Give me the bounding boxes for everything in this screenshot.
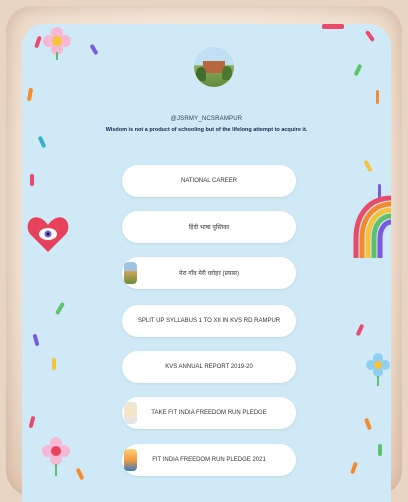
confetti-decoration [75,467,85,481]
confetti-decoration [34,35,42,49]
confetti-decoration [89,43,99,56]
confetti-decoration [350,461,358,475]
link-button-fit-india-pledge[interactable]: TAKE FIT INDIA FREEDOM RUN PLEDGE [122,397,296,429]
link-button-annual-report[interactable]: KVS ANNUAL REPORT 2019-20 [122,351,296,383]
fit-india-poster-thumbnail [124,449,137,471]
flower-icon [42,437,70,476]
school-photo-thumbnail [124,262,137,284]
confetti-decoration [26,87,34,102]
link-label: NATIONAL CAREER [180,178,237,184]
confetti-decoration [353,63,363,77]
rainbow-icon [353,195,391,258]
link-label: मेरा गाँव मेरी धरोहर (प्रयास) [179,271,239,277]
confetti-decoration [364,29,376,43]
confetti-decoration [55,301,65,316]
confetti-decoration [355,323,365,337]
confetti-decoration [378,444,382,456]
confetti-decoration [32,333,40,347]
link-label: TAKE FIT INDIA FREEDOM RUN PLEDGE [151,410,267,416]
confetti-decoration [322,24,344,29]
link-button-national-career[interactable]: NATIONAL CAREER [122,165,296,197]
confetti-decoration [28,415,36,429]
link-button-mera-gaon[interactable]: मेरा गाँव मेरी धरोहर (प्रयास) [122,257,296,289]
avatar [194,47,234,87]
link-page: @JSRMY_NCSRAMPUR Wisdom is not a product… [22,24,391,502]
confetti-decoration [37,135,47,149]
flower-icon [366,353,390,386]
confetti-decoration [363,159,373,173]
link-button-hindi-booklet[interactable]: हिंदी भाषा पुस्तिका [122,211,296,243]
heart-eye-icon [27,217,69,252]
confetti-decoration [376,90,379,104]
confetti-decoration [364,417,372,431]
fit-india-logo-thumbnail [124,402,137,424]
link-button-fit-india-pledge-2021[interactable]: FIT INDIA FREEDOM RUN PLEDGE 2021 [122,444,296,476]
link-button-split-up-syllabus[interactable]: SPLIT UP SYLLABUS 1 TO XII IN KVS RD RAM… [122,305,296,337]
profile-handle: @JSRMY_NCSRAMPUR [170,116,243,122]
confetti-decoration [52,358,56,370]
link-label: KVS ANNUAL REPORT 2019-20 [165,364,253,370]
link-label: FIT INDIA FREEDOM RUN PLEDGE 2021 [152,457,266,463]
confetti-decoration [30,174,34,186]
link-label: SPLIT UP SYLLABUS 1 TO XII IN KVS RD RAM… [137,318,281,324]
profile-bio: Wisdom is not a product of schooling but… [105,127,308,133]
flower-icon [43,27,71,60]
link-label: हिंदी भाषा पुस्तिका [188,225,230,231]
